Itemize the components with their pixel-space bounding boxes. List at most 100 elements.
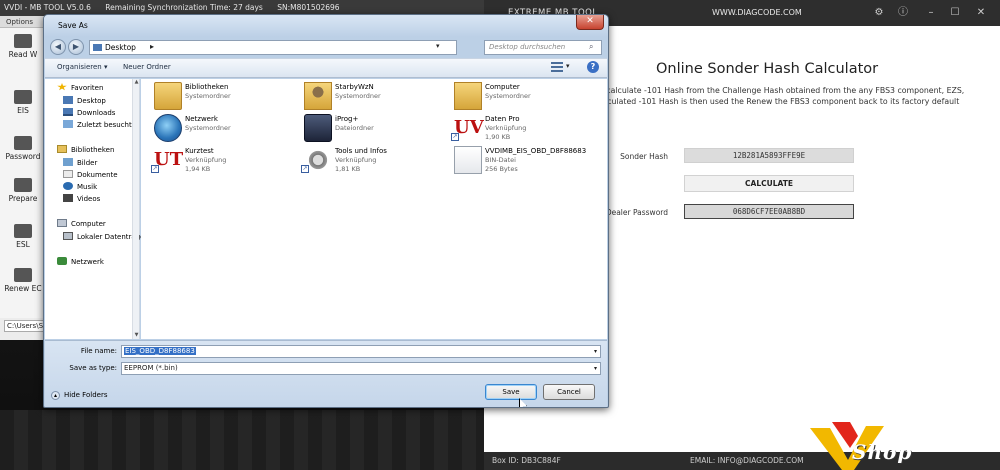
maximize-icon[interactable]: ☐ (948, 6, 962, 20)
calculator-heading: Online Sonder Hash Calculator (656, 61, 879, 77)
hide-folders-button[interactable]: ▴ Hide Folders (51, 391, 107, 400)
vvdi-sidebar-item-esl[interactable]: ESL (2, 224, 44, 249)
esl-icon (14, 224, 32, 238)
nav-label: Favoriten (71, 84, 104, 92)
nav-item-recent[interactable]: Zuletzt besucht (63, 120, 132, 129)
breadcrumb-arrow-icon[interactable]: ▸ (150, 42, 154, 51)
contact-email: EMAIL: INFO@DIAGCODE.COM (690, 456, 804, 465)
chevron-down-icon[interactable]: ▾ (436, 42, 440, 50)
hide-folders-label: Hide Folders (64, 391, 108, 399)
nav-item-pictures[interactable]: Bilder (63, 158, 97, 167)
filename-input[interactable]: EIS_OBD_D8F88683 ▾ (121, 345, 601, 358)
forward-arrow-icon[interactable]: ▶ (68, 39, 84, 55)
file-item[interactable]: UT ↗ Kurztest Verknüpfung 1,94 KB (149, 145, 299, 179)
search-placeholder: Desktop durchsuchen (489, 43, 566, 51)
vvdi-sidebar-item-eis[interactable]: EIS (2, 90, 44, 115)
nav-item-favorites[interactable]: Favoriten (57, 83, 103, 92)
vvdi-status-path: C:\Users\S (4, 320, 44, 332)
file-item[interactable]: Netzwerk Systemordner (149, 113, 299, 147)
file-item[interactable]: Bibliotheken Systemordner (149, 81, 299, 115)
cancel-button[interactable]: Cancel (543, 384, 595, 400)
nav-label: Musik (77, 183, 98, 191)
file-name: VVDIMB_EIS_OBD_D8F88683 (485, 147, 587, 155)
nav-label: Computer (71, 220, 106, 228)
close-icon[interactable]: ✕ (974, 6, 988, 20)
nav-item-desktop[interactable]: Desktop (63, 96, 106, 105)
file-name: Tools und Infos (335, 147, 387, 155)
chevron-up-icon: ▴ (51, 391, 60, 400)
file-type: Verknüpfung (185, 156, 227, 164)
file-type: Verknüpfung (335, 156, 377, 164)
file-name: StarbyWzN (335, 83, 374, 91)
password-icon (14, 136, 32, 150)
chevron-down-icon[interactable]: ▾ (594, 363, 597, 374)
file-type: Dateiordner (335, 124, 374, 132)
vvdi-sidebar-item-renew[interactable]: Renew EC (2, 268, 44, 293)
scroll-up-icon[interactable]: ▲ (133, 79, 140, 86)
organize-label: Organisieren (57, 63, 102, 71)
nav-item-downloads[interactable]: Downloads (63, 108, 115, 117)
dealer-password-output[interactable]: 068D6CF7EE0AB8BD (684, 204, 854, 219)
nav-item-music[interactable]: Musik (63, 182, 97, 191)
file-type: Systemordner (485, 92, 531, 100)
calculator-description: to calculate -101 Hash from the Challeng… (596, 85, 996, 107)
file-type: Systemordner (185, 124, 231, 132)
file-name: Netzwerk (185, 115, 218, 123)
nav-item-libraries[interactable]: Bibliotheken (57, 145, 114, 154)
save-type-select[interactable]: EEPROM (*.bin) ▾ (121, 362, 601, 375)
vvdi-menu-options[interactable]: Options (6, 18, 33, 26)
calculate-button[interactable]: CALCULATE (684, 175, 854, 192)
nav-item-videos[interactable]: Videos (63, 194, 100, 203)
nav-item-network[interactable]: Netzwerk (57, 257, 104, 266)
file-item[interactable]: VVDIMB_EIS_OBD_D8F88683 BIN-Datei 256 By… (449, 145, 599, 179)
help-icon[interactable]: ? (587, 61, 599, 73)
desktop-bottom-strip (0, 410, 485, 470)
search-input[interactable]: Desktop durchsuchen ⌕ (484, 40, 602, 55)
vvdi-sidebar: Read W EIS Password Prepare ESL Renew EC (0, 28, 44, 318)
vvdi-sidebar-item-read[interactable]: Read W (2, 34, 44, 59)
settings-gear-icon[interactable]: ⚙ (872, 6, 886, 20)
file-name: Kurztest (185, 147, 214, 155)
drive-icon (63, 232, 73, 240)
file-name: Daten Pro (485, 115, 520, 123)
dialog-title: Save As (58, 21, 88, 30)
filename-value: EIS_OBD_D8F88683 (124, 347, 196, 355)
info-icon[interactable]: ⓘ (896, 6, 910, 20)
vvdi-sidebar-item-prepare[interactable]: Prepare (2, 178, 44, 203)
search-icon[interactable]: ⌕ (589, 42, 593, 52)
minimize-icon[interactable]: – (924, 6, 938, 20)
file-item[interactable]: ↗ Tools und Infos Verknüpfung 1,81 KB (299, 145, 449, 179)
shortcut-arrow-icon: ↗ (451, 133, 459, 141)
pictures-icon (63, 158, 73, 166)
view-options-icon[interactable] (551, 62, 563, 73)
file-item[interactable]: iProg+ Dateiordner (299, 113, 449, 147)
nav-item-computer[interactable]: Computer (57, 219, 106, 228)
vvdi-sidebar-label: ESL (16, 240, 30, 249)
file-item[interactable]: StarbyWzN Systemordner (299, 81, 449, 115)
music-icon (63, 182, 73, 190)
save-button[interactable]: Save (485, 384, 537, 400)
file-item[interactable]: UV ↗ Daten Pro Verknüpfung 1,90 KB (449, 113, 599, 147)
folder-icon (93, 44, 102, 51)
organize-button[interactable]: Organisieren ▾ (57, 63, 108, 71)
dialog-close-button[interactable]: ✕ (576, 15, 604, 30)
sonder-hash-input[interactable]: 12B281A5893FFE9E (684, 148, 854, 163)
nav-item-documents[interactable]: Dokumente (63, 170, 118, 179)
vvdi-sidebar-item-password[interactable]: Password (2, 136, 44, 161)
new-folder-button[interactable]: Neuer Ordner (123, 63, 171, 71)
file-item[interactable]: Computer Systemordner (449, 81, 599, 115)
chevron-down-icon[interactable]: ▾ (594, 346, 597, 357)
shortcut-arrow-icon: ↗ (301, 165, 309, 173)
nav-pane-scrollbar[interactable]: ▲ ▼ (132, 79, 139, 339)
file-size: 1,94 KB (185, 165, 211, 173)
back-arrow-icon[interactable]: ◀ (50, 39, 66, 55)
scroll-down-icon[interactable]: ▼ (133, 332, 140, 339)
vvdi-sidebar-label: Password (5, 152, 41, 161)
libraries-icon (57, 145, 67, 153)
vvdi-serial-number: SN:M801502696 (277, 3, 340, 12)
address-bar[interactable]: Desktop ▸ ▾ ⟳ (89, 40, 500, 55)
nav-label: Desktop (77, 97, 106, 105)
chevron-down-icon[interactable]: ▾ (566, 62, 570, 70)
vvdi-sidebar-label: EIS (17, 106, 29, 115)
vvdi-sidebar-label: Read W (8, 50, 38, 59)
